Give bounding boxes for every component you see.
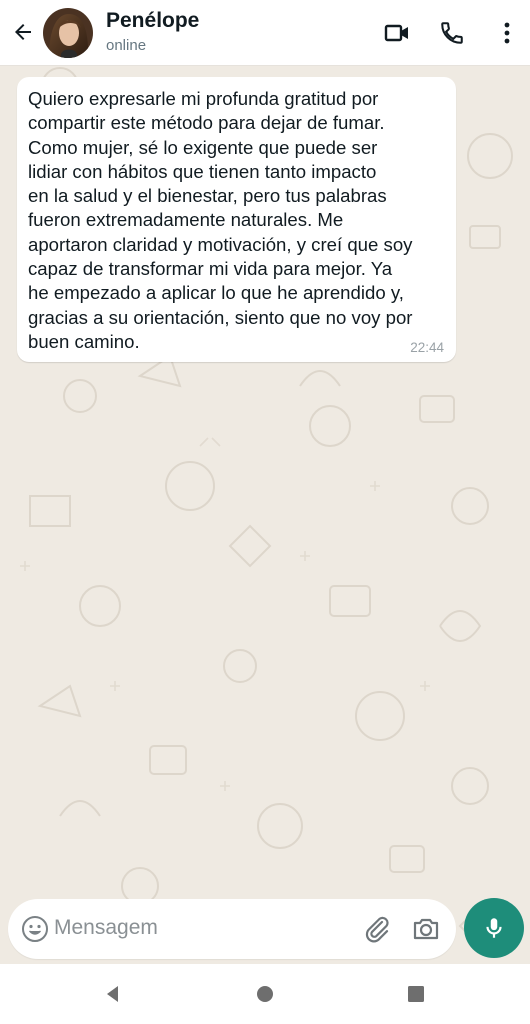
nav-recents-button[interactable] — [404, 982, 428, 1006]
message-text: Quiero expresarle mi profunda gratitud p… — [28, 88, 413, 352]
video-camera-icon — [384, 24, 408, 42]
voice-message-button[interactable] — [464, 898, 524, 958]
chat-header: Penélope online — [0, 0, 530, 66]
contact-name[interactable]: Penélope — [106, 9, 199, 33]
camera-button[interactable] — [410, 913, 442, 945]
square-recents-icon — [408, 986, 424, 1002]
paperclip-icon — [365, 916, 389, 943]
more-vertical-icon — [504, 22, 510, 44]
microphone-icon — [486, 918, 502, 938]
emoji-button[interactable] — [20, 914, 50, 944]
nav-back-button[interactable] — [101, 982, 125, 1006]
camera-icon — [413, 918, 439, 940]
back-button[interactable] — [8, 17, 38, 47]
circle-home-icon — [257, 986, 273, 1002]
avatar[interactable] — [43, 8, 93, 58]
message-input[interactable]: Mensagem — [54, 916, 158, 940]
message-composer[interactable]: Mensagem — [8, 899, 456, 959]
video-call-button[interactable] — [381, 17, 413, 49]
system-navigation-bar — [0, 964, 530, 1024]
contact-status: online — [106, 37, 147, 54]
voice-call-button[interactable] — [436, 17, 468, 49]
nav-home-button[interactable] — [253, 982, 277, 1006]
emoji-icon — [22, 916, 48, 942]
triangle-back-icon — [107, 986, 118, 1002]
attach-button[interactable] — [361, 913, 393, 945]
message-bubble-incoming[interactable]: Quiero expresarle mi profunda gratitud p… — [17, 77, 456, 362]
arrow-left-icon — [15, 24, 31, 40]
phone-icon — [441, 22, 463, 44]
more-options-button[interactable] — [491, 17, 523, 49]
message-timestamp: 22:44 — [410, 340, 444, 355]
chat-area[interactable]: Quiero expresarle mi profunda gratitud p… — [0, 66, 530, 964]
